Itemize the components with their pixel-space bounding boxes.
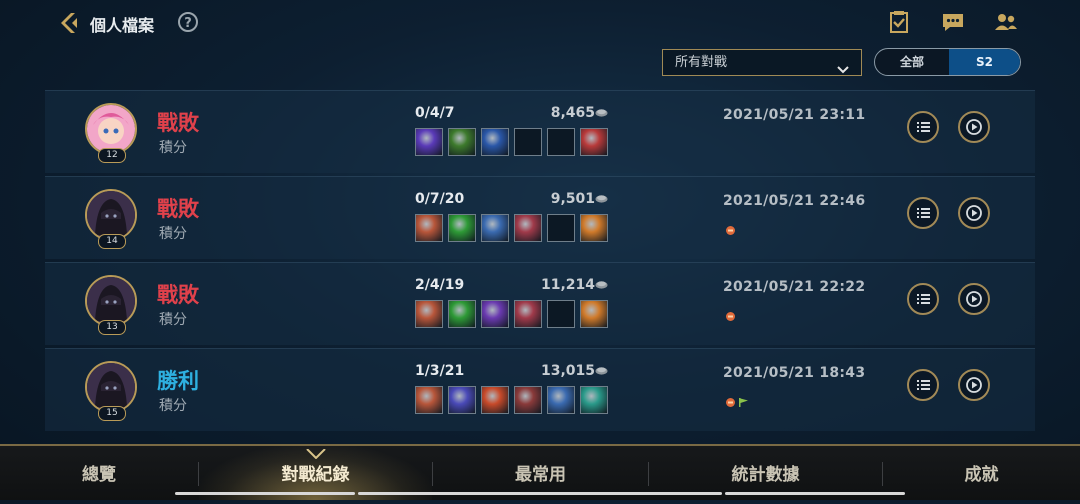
match-result: 勝利 [157, 369, 199, 393]
item-icon[interactable] [580, 300, 608, 328]
list-icon [917, 294, 930, 304]
scroll-indicator [358, 492, 722, 495]
replay-button[interactable] [958, 111, 990, 143]
match-date: 2021/05/21 22:46 [723, 193, 866, 209]
checklist-icon[interactable] [887, 10, 911, 34]
match-row[interactable]: 15 勝利積分 1/3/21 13,015 2021/05/21 18:43 [45, 348, 1035, 431]
replay-button[interactable] [958, 369, 990, 401]
empty-item-slot [514, 128, 542, 156]
match-row[interactable]: 12 戰敗積分 0/4/7 8,465 2021/05/21 23:11 [45, 90, 1035, 173]
item-icon[interactable] [514, 386, 542, 414]
match-details-button[interactable] [907, 369, 939, 401]
match-result: 戰敗 [157, 111, 199, 135]
badge-icon [726, 226, 735, 235]
chevron-down-icon [837, 58, 849, 83]
gold-icon [595, 195, 608, 203]
match-date: 2021/05/21 23:11 [723, 107, 866, 123]
champion-level: 13 [98, 320, 126, 335]
list-icon [917, 208, 930, 218]
champion-level: 12 [98, 148, 126, 163]
match-row[interactable]: 14 戰敗積分 0/7/20 9,501 2021/05/21 22:46 [45, 176, 1035, 259]
match-mode: 積分 [159, 312, 187, 328]
chat-icon[interactable] [941, 10, 965, 34]
nav-overview[interactable]: 總覽 [0, 446, 198, 500]
gold-amount: 9,501 [550, 191, 595, 207]
replay-button[interactable] [958, 283, 990, 315]
top-bar: 個人檔案 ? [0, 0, 1080, 46]
gold-icon [595, 367, 608, 375]
item-icon[interactable] [547, 386, 575, 414]
match-mode: 積分 [159, 398, 187, 414]
kda-stat: 0/4/7 [415, 105, 455, 121]
item-icon[interactable] [481, 386, 509, 414]
scroll-indicator [725, 492, 905, 495]
scroll-indicator [175, 492, 355, 495]
match-details-button[interactable] [907, 283, 939, 315]
item-icon[interactable] [481, 300, 509, 328]
champion-level: 15 [98, 406, 126, 421]
kda-stat: 2/4/19 [415, 277, 465, 293]
match-details-button[interactable] [907, 197, 939, 229]
match-mode: 積分 [159, 226, 187, 242]
champion-level: 14 [98, 234, 126, 249]
back-arrow-icon[interactable] [56, 10, 82, 36]
item-icon[interactable] [448, 386, 476, 414]
season-all-option[interactable]: 全部 [875, 49, 949, 75]
item-icon[interactable] [481, 214, 509, 242]
season-toggle[interactable]: 全部 S2 [874, 48, 1021, 76]
item-icon[interactable] [415, 300, 443, 328]
item-icon[interactable] [448, 214, 476, 242]
item-icon[interactable] [448, 300, 476, 328]
badge-icon [726, 312, 735, 321]
kda-stat: 0/7/20 [415, 191, 465, 207]
match-details-button[interactable] [907, 111, 939, 143]
list-icon [917, 380, 930, 390]
list-icon [917, 122, 930, 132]
empty-item-slot [547, 214, 575, 242]
friends-icon[interactable] [994, 10, 1018, 34]
match-type-dropdown[interactable]: 所有對戰 [662, 49, 862, 76]
empty-item-slot [547, 300, 575, 328]
badge-icon [726, 398, 735, 407]
match-date: 2021/05/21 18:43 [723, 365, 866, 381]
item-icon[interactable] [514, 214, 542, 242]
item-icon[interactable] [415, 386, 443, 414]
season-s2-option[interactable]: S2 [949, 49, 1020, 75]
gold-amount: 13,015 [540, 363, 595, 379]
item-icon[interactable] [580, 128, 608, 156]
item-icon[interactable] [448, 128, 476, 156]
gold-icon [595, 281, 608, 289]
item-icon[interactable] [415, 214, 443, 242]
replay-icon [966, 377, 982, 393]
match-row[interactable]: 13 戰敗積分 2/4/19 11,214 2021/05/21 22:22 [45, 262, 1035, 345]
item-icon[interactable] [481, 128, 509, 156]
gold-amount: 8,465 [550, 105, 595, 121]
item-icon[interactable] [415, 128, 443, 156]
match-type-value: 所有對戰 [675, 55, 728, 70]
item-icon[interactable] [580, 386, 608, 414]
replay-button[interactable] [958, 197, 990, 229]
page-title: 個人檔案 [90, 16, 155, 35]
empty-item-slot [547, 128, 575, 156]
flag-icon [739, 398, 748, 407]
gold-icon [595, 109, 608, 117]
item-icon[interactable] [580, 214, 608, 242]
replay-icon [966, 291, 982, 307]
replay-icon [966, 119, 982, 135]
kda-stat: 1/3/21 [415, 363, 465, 379]
match-result: 戰敗 [157, 283, 199, 307]
nav-achievements[interactable]: 成就 [883, 446, 1080, 500]
match-mode: 積分 [159, 140, 187, 156]
gold-amount: 11,214 [540, 277, 595, 293]
help-icon[interactable]: ? [178, 12, 198, 32]
replay-icon [966, 205, 982, 221]
match-date: 2021/05/21 22:22 [723, 279, 866, 295]
item-icon[interactable] [514, 300, 542, 328]
match-result: 戰敗 [157, 197, 199, 221]
